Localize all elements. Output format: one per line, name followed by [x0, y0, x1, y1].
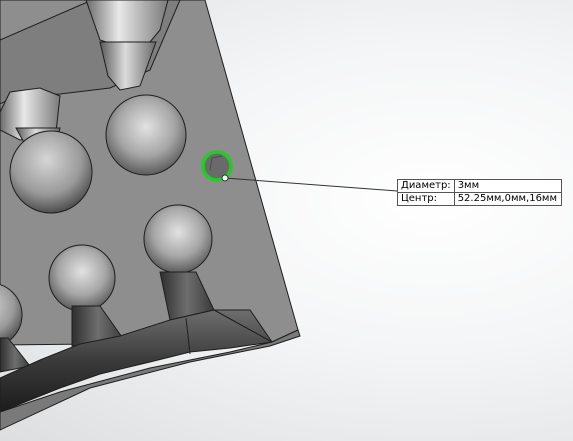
- sphere-middle-right: [143, 204, 213, 274]
- diameter-label: Диаметр:: [397, 179, 455, 193]
- diameter-value: 3мм: [453, 179, 562, 193]
- sphere-left: [9, 130, 93, 214]
- cad-viewport[interactable]: Диаметр: 3мм Центр: 52.25мм,0мм,16мм: [0, 0, 573, 441]
- leader-anchor: [221, 174, 229, 182]
- part-model-view[interactable]: [0, 0, 573, 441]
- center-label: Центр:: [397, 192, 455, 206]
- sphere-top-right: [105, 94, 187, 176]
- measurement-tooltip: Диаметр: 3мм Центр: 52.25мм,0мм,16мм: [397, 179, 562, 206]
- sphere-middle: [48, 244, 116, 312]
- center-value: 52.25мм,0мм,16мм: [453, 192, 562, 206]
